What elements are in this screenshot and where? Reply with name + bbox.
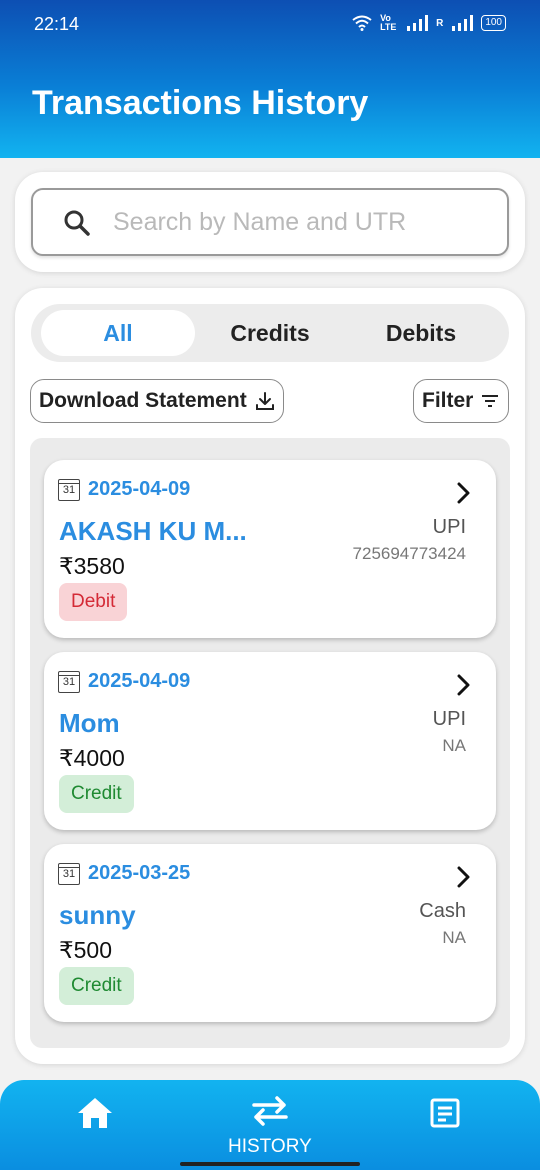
transaction-name: AKASH KU M... [59, 516, 247, 546]
nav-history-label: HISTORY [228, 1136, 312, 1157]
transaction-ref: NA [442, 928, 466, 947]
signal-icon-2 [452, 15, 474, 31]
chevron-right-icon[interactable] [456, 674, 470, 696]
tab-debits[interactable]: Debits [344, 310, 498, 356]
document-icon [430, 1098, 460, 1128]
transaction-card[interactable]: 31 2025-04-09 Mom UPI NA ₹4000 Credit [44, 652, 496, 830]
status-bar: 22:14 Vo LTE R 100 [0, 0, 540, 48]
nav-history[interactable]: HISTORY [228, 1094, 312, 1158]
status-time: 22:14 [34, 14, 80, 34]
status-badge: Debit [59, 583, 128, 621]
app-header: 22:14 Vo LTE R 100 Transactions History [0, 0, 540, 158]
search-icon [64, 210, 90, 236]
battery-icon: 100 [481, 15, 506, 31]
chevron-right-icon[interactable] [456, 482, 470, 504]
transaction-mode: UPI [432, 516, 466, 538]
swap-icon [252, 1096, 288, 1126]
filter-icon [482, 395, 499, 407]
page-title: Transactions History [32, 84, 369, 122]
calendar-icon: 31 [58, 478, 80, 501]
roaming-label: R [436, 17, 444, 29]
transaction-name: sunny [59, 900, 136, 930]
transactions-card: All Credits Debits Download Statement Fi… [15, 288, 525, 1064]
calendar-icon: 31 [58, 670, 80, 693]
status-badge: Credit [59, 775, 134, 813]
tab-credits[interactable]: Credits [193, 310, 347, 356]
transaction-amount: ₹500 [59, 937, 113, 963]
tab-all[interactable]: All [41, 310, 195, 356]
transaction-ref: 725694773424 [352, 544, 466, 563]
transaction-amount: ₹3580 [59, 553, 125, 579]
home-icon [78, 1098, 112, 1128]
bottom-nav: HISTORY [0, 1080, 540, 1170]
nav-documents[interactable] [430, 1098, 460, 1128]
transaction-name: Mom [59, 708, 120, 738]
transaction-amount: ₹4000 [59, 745, 125, 771]
search-box[interactable] [31, 188, 509, 256]
home-indicator [180, 1162, 360, 1166]
wifi-icon [352, 15, 372, 31]
search-input[interactable] [113, 202, 493, 242]
signal-icon [407, 15, 429, 31]
calendar-icon: 31 [58, 862, 80, 885]
transaction-date: 31 2025-04-09 [58, 478, 190, 501]
download-statement-button[interactable]: Download Statement [30, 379, 284, 423]
transaction-mode: UPI [432, 708, 466, 730]
download-statement-label: Download Statement [39, 389, 247, 412]
volte-label: Vo LTE [380, 13, 397, 32]
status-icons: Vo LTE R 100 [352, 14, 506, 32]
date-text: 2025-03-25 [88, 862, 191, 884]
filter-button[interactable]: Filter [413, 379, 509, 423]
date-text: 2025-04-09 [88, 478, 191, 500]
transaction-card[interactable]: 31 2025-04-09 AKASH KU M... UPI 72569477… [44, 460, 496, 638]
transaction-list: 31 2025-04-09 AKASH KU M... UPI 72569477… [30, 438, 510, 1048]
tab-bar: All Credits Debits [31, 304, 509, 362]
transaction-mode: Cash [419, 900, 466, 922]
transaction-date: 31 2025-03-25 [58, 862, 190, 885]
search-card [15, 172, 525, 272]
date-text: 2025-04-09 [88, 670, 191, 692]
transaction-date: 31 2025-04-09 [58, 670, 190, 693]
transaction-card[interactable]: 31 2025-03-25 sunny Cash NA ₹500 Credit [44, 844, 496, 1022]
nav-home[interactable] [76, 1096, 114, 1130]
chevron-right-icon[interactable] [456, 866, 470, 888]
filter-label: Filter [422, 389, 474, 412]
transaction-ref: NA [442, 736, 466, 755]
download-icon [255, 392, 274, 410]
status-badge: Credit [59, 967, 134, 1005]
